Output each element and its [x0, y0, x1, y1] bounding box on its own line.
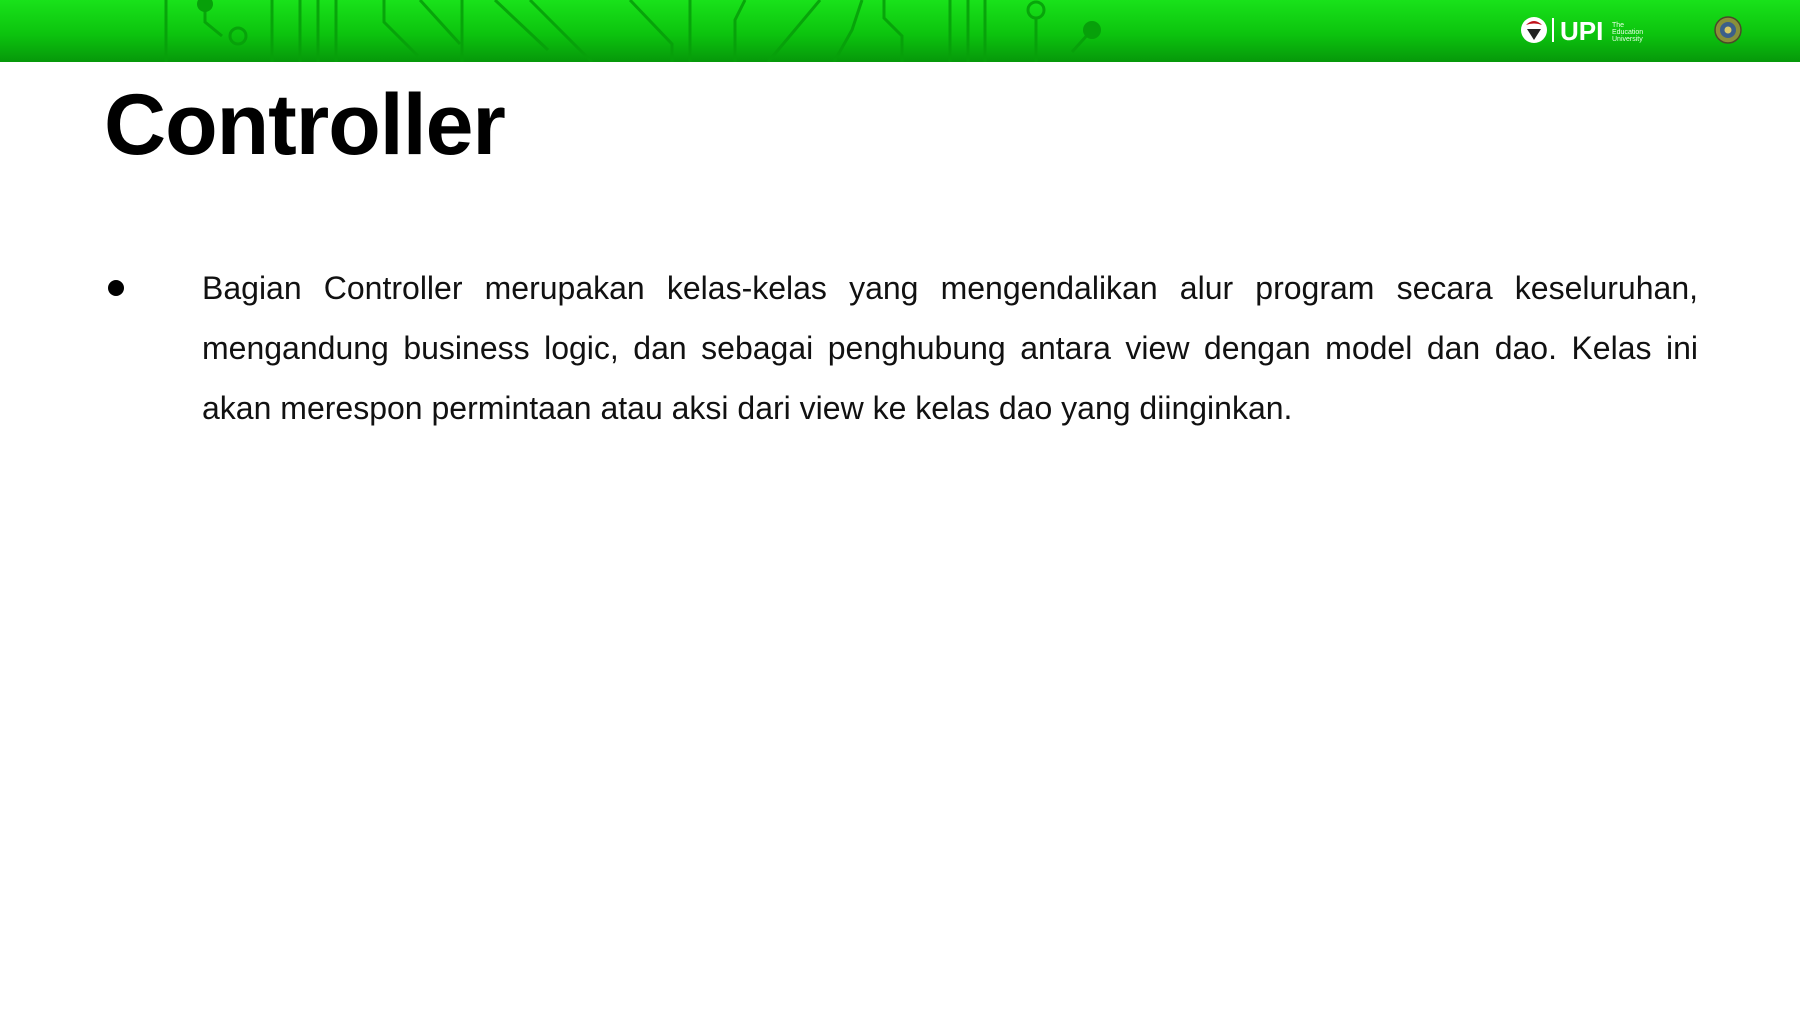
logo-group: UPI The Education University: [1520, 10, 1742, 50]
svg-text:Education: Education: [1612, 29, 1643, 36]
university-seal-icon: [1714, 16, 1742, 44]
header-band: UPI The Education University: [0, 0, 1800, 62]
circuit-pattern-icon: [164, 0, 1101, 62]
upi-logo-icon: UPI The Education University: [1521, 16, 1643, 46]
svg-text:University: University: [1612, 36, 1643, 43]
bullet-icon: [108, 280, 124, 296]
slide-content: Bagian Controller merupakan kelas-kelas …: [108, 268, 1698, 470]
svg-text:UPI: UPI: [1560, 16, 1603, 46]
bullet-text: Bagian Controller merupakan kelas-kelas …: [202, 270, 1698, 426]
svg-text:The: The: [1612, 22, 1624, 29]
slide-title: Controller: [104, 77, 506, 173]
bullet-item: Bagian Controller merupakan kelas-kelas …: [108, 268, 1698, 470]
